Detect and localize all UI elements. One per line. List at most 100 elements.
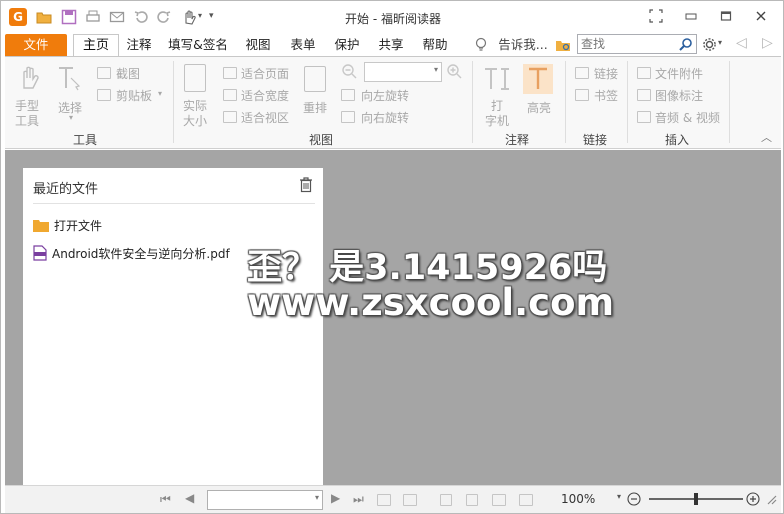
actual-size-icon bbox=[184, 64, 206, 92]
tab-file[interactable]: 文件 bbox=[5, 34, 67, 56]
rotate-right-button[interactable]: 向右旋转 bbox=[361, 109, 409, 126]
tab-fill-sign[interactable]: 填写&签名 bbox=[166, 34, 230, 56]
tab-help[interactable]: 帮助 bbox=[418, 34, 452, 56]
zoom-out-icon[interactable] bbox=[341, 63, 357, 79]
fit-width-button[interactable]: 适合宽度 bbox=[241, 87, 289, 104]
link-icon bbox=[575, 67, 589, 79]
chevron-down-icon: ▾ bbox=[314, 493, 319, 502]
first-page-icon[interactable]: ⏮ bbox=[160, 492, 171, 507]
link-button[interactable]: 链接 bbox=[594, 65, 618, 82]
tab-comment[interactable]: 注释 bbox=[122, 34, 156, 56]
reflow-button[interactable]: 重排 bbox=[303, 99, 327, 116]
tab-form[interactable]: 表单 bbox=[286, 34, 320, 56]
fit-visible-button[interactable]: 适合视区 bbox=[241, 109, 289, 126]
group-separator bbox=[729, 61, 730, 143]
divider bbox=[33, 203, 315, 204]
gear-icon[interactable] bbox=[702, 37, 717, 52]
typewriter-icon bbox=[485, 68, 509, 90]
zoom-level[interactable]: 100% bbox=[561, 492, 595, 506]
trash-icon[interactable] bbox=[299, 177, 313, 193]
group-label-insert: 插入 bbox=[665, 133, 690, 147]
search-box[interactable] bbox=[577, 34, 697, 54]
ribbon: 手型 工具 选择 ▾ 截图 剪贴板 ▾ 工具 实际 大小 适合页面 适合宽度 适… bbox=[5, 56, 781, 149]
audio-video-button[interactable]: 音频 & 视频 bbox=[655, 109, 720, 126]
nav-forward-icon[interactable]: ▷ bbox=[762, 35, 773, 51]
zoom-in-icon[interactable] bbox=[446, 63, 462, 79]
next-view-icon[interactable] bbox=[403, 494, 417, 506]
facing-page-icon[interactable] bbox=[492, 494, 506, 506]
open-file-label: 打开文件 bbox=[54, 218, 103, 233]
collapse-ribbon-icon[interactable]: ︿ bbox=[761, 129, 772, 145]
actual-size-button[interactable]: 实际 大小 bbox=[183, 99, 207, 129]
recent-files-panel: 最近的文件 打开文件 Android软件安全与逆向分析.pdf bbox=[23, 168, 323, 486]
group-label-comment: 注释 bbox=[505, 133, 530, 147]
last-page-icon[interactable]: ⏭ bbox=[353, 492, 364, 507]
zoom-out-icon[interactable] bbox=[627, 492, 641, 506]
zoom-in-icon[interactable] bbox=[746, 492, 760, 506]
zoom-slider-thumb[interactable] bbox=[694, 493, 698, 505]
snapshot-button[interactable]: 截图 bbox=[116, 65, 140, 82]
nav-back-icon[interactable]: ◁ bbox=[736, 35, 747, 51]
image-annotation-button[interactable]: 图像标注 bbox=[655, 87, 703, 104]
fit-page-icon bbox=[223, 67, 237, 79]
fit-visible-icon bbox=[223, 111, 237, 123]
open-file-link[interactable]: 打开文件 bbox=[33, 216, 102, 234]
tab-share[interactable]: 共享 bbox=[374, 34, 408, 56]
group-label-tools: 工具 bbox=[73, 133, 98, 147]
reflow-icon bbox=[304, 66, 326, 92]
continuous-facing-icon[interactable] bbox=[519, 494, 533, 506]
clipboard-button[interactable]: 剪贴板 bbox=[116, 87, 152, 104]
select-cursor-icon bbox=[59, 67, 81, 91]
single-page-icon[interactable] bbox=[440, 494, 452, 506]
chevron-down-icon: ▾ bbox=[158, 89, 163, 98]
chevron-down-icon: ▾ bbox=[69, 113, 74, 122]
previous-page-icon[interactable]: ◀ bbox=[185, 491, 194, 505]
next-page-icon[interactable]: ▶ bbox=[331, 491, 340, 505]
previous-view-icon[interactable] bbox=[377, 494, 391, 506]
zoom-select[interactable]: ▾ bbox=[364, 62, 442, 82]
settings-dropdown-icon[interactable]: ▾ bbox=[718, 38, 722, 47]
page-number-input[interactable]: ▾ bbox=[207, 490, 323, 510]
group-label-links: 链接 bbox=[583, 133, 608, 147]
fit-page-button[interactable]: 适合页面 bbox=[241, 65, 289, 82]
highlight-button[interactable]: 高亮 bbox=[527, 99, 551, 116]
tab-home[interactable]: 主页 bbox=[73, 34, 119, 57]
search-input[interactable] bbox=[578, 35, 674, 53]
folder-search-icon[interactable] bbox=[555, 37, 571, 53]
lightbulb-icon bbox=[475, 37, 487, 51]
group-separator bbox=[173, 61, 174, 143]
tab-view[interactable]: 视图 bbox=[241, 34, 275, 56]
fullscreen-icon[interactable] bbox=[644, 7, 668, 25]
tell-me-button[interactable]: 告诉我... bbox=[493, 34, 553, 56]
maximize-button[interactable] bbox=[714, 7, 738, 25]
hand-tool-button[interactable]: 手型 工具 bbox=[15, 99, 39, 129]
search-icon[interactable] bbox=[678, 37, 693, 52]
minimize-button[interactable] bbox=[679, 7, 703, 25]
rotate-left-button[interactable]: 向左旋转 bbox=[361, 87, 409, 104]
continuous-page-icon[interactable] bbox=[466, 494, 478, 506]
chevron-down-icon: ▾ bbox=[433, 65, 438, 74]
group-separator bbox=[565, 61, 566, 143]
fit-width-icon bbox=[223, 89, 237, 101]
rotate-left-icon bbox=[341, 89, 355, 101]
zoom-slider[interactable] bbox=[649, 493, 743, 505]
camera-icon bbox=[97, 67, 111, 79]
attachment-icon bbox=[637, 67, 651, 79]
resize-grip-icon[interactable] bbox=[766, 492, 778, 506]
close-button[interactable] bbox=[749, 7, 773, 25]
tab-protect[interactable]: 保护 bbox=[330, 34, 364, 56]
bookmark-button[interactable]: 书签 bbox=[594, 87, 618, 104]
zoom-dropdown-icon[interactable]: ▾ bbox=[617, 492, 621, 501]
ribbon-tabs: 文件 主页 注释 填写&签名 视图 表单 保护 共享 帮助 告诉我... ▾ ◁… bbox=[5, 34, 781, 57]
typewriter-button[interactable]: 打 字机 bbox=[485, 99, 509, 129]
audio-video-icon bbox=[637, 111, 651, 123]
status-bar: ⏮ ◀ ▾ ▶ ⏭ 100% ▾ bbox=[5, 485, 781, 513]
bookmark-icon bbox=[575, 89, 589, 101]
group-separator bbox=[627, 61, 628, 143]
group-label-view: 视图 bbox=[309, 133, 334, 147]
highlight-icon bbox=[523, 64, 553, 94]
file-attachment-button[interactable]: 文件附件 bbox=[655, 65, 703, 82]
image-annotation-icon bbox=[637, 89, 651, 101]
group-separator bbox=[472, 61, 473, 143]
foxit-reader-window: G ▾ ▾ 开始 - 福昕阅读器 文件 主页 注释 填写&签名 视图 表单 保护… bbox=[0, 0, 784, 514]
